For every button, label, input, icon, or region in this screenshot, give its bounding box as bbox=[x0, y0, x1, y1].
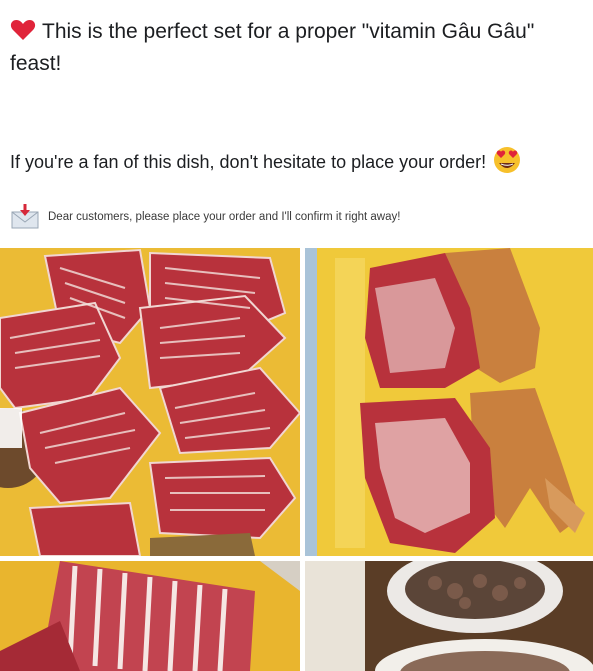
photo-grid bbox=[0, 248, 593, 671]
post-text-line1-label: This is the perfect set for a proper "vi… bbox=[10, 20, 535, 75]
photo-two-roasted-halves-on-yellow-board[interactable] bbox=[305, 248, 593, 556]
photo-raw-meat-ribs-on-yellow-board[interactable] bbox=[0, 248, 300, 556]
post-text-line3: Dear customers, please place your order … bbox=[10, 203, 590, 234]
photo-rib-rack-closeup[interactable] bbox=[0, 561, 300, 671]
post-text-line1: This is the perfect set for a proper "vi… bbox=[10, 18, 585, 78]
red-heart-icon bbox=[10, 18, 36, 50]
post-text-line3-label: Dear customers, please place your order … bbox=[48, 211, 401, 223]
heart-eyes-emoji-icon bbox=[492, 146, 522, 180]
post-text-line2-label: If you're a fan of this dish, don't hesi… bbox=[10, 152, 487, 172]
envelope-with-arrow-icon bbox=[10, 203, 40, 234]
photo-bowls-of-food[interactable] bbox=[305, 561, 593, 671]
post-text-line2: If you're a fan of this dish, don't hesi… bbox=[10, 146, 590, 180]
